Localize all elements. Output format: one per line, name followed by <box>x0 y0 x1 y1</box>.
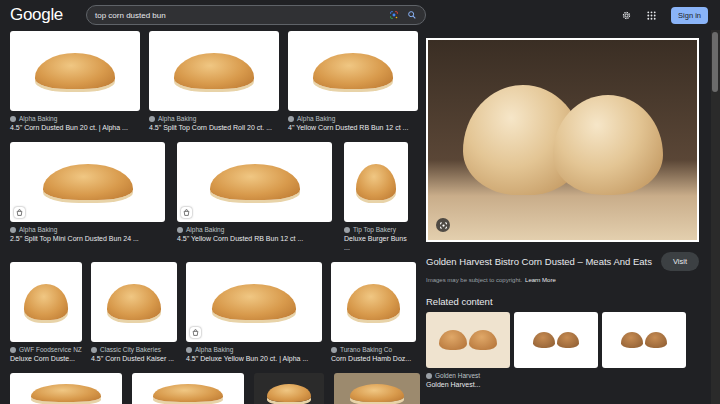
image-result[interactable]: Classic City Bakeries4.5" Corn Dusted Ka… <box>91 262 177 363</box>
google-images-page: Google top corn dusted bun Sign in Alpha Ba… <box>0 0 720 404</box>
result-source[interactable]: Alpha Baking <box>10 114 140 123</box>
related-card[interactable] <box>602 312 686 389</box>
lens-search-icon[interactable] <box>436 218 450 232</box>
result-title[interactable]: 4" Yellow Corn Dusted RB Bun 12 ct ... <box>288 123 418 132</box>
google-logo[interactable]: Google <box>10 5 68 25</box>
result-source[interactable]: Alpha Baking <box>149 114 279 123</box>
result-title[interactable]: 4.5" Corn Dusted Bun 20 ct. | Alpha ... <box>10 123 140 132</box>
result-source[interactable]: Tip Top Bakery <box>344 225 408 234</box>
related-source[interactable]: Golden Harvest <box>426 371 510 380</box>
result-photo[interactable] <box>10 31 140 111</box>
apps-grid-icon[interactable] <box>646 10 657 21</box>
site-favicon-icon <box>288 116 294 122</box>
image-result[interactable]: Alpha Baking4" Yellow Corn Dusted RB Bun… <box>288 31 418 132</box>
result-photo[interactable] <box>10 373 122 404</box>
related-title[interactable]: Golden Harvest... <box>426 380 510 389</box>
related-photo[interactable] <box>514 312 598 368</box>
google-lens-icon[interactable] <box>389 10 399 20</box>
result-source[interactable]: Turano Baking Co <box>331 345 416 354</box>
results-row: Alpha Baking4.5" Corn Dusted Bun 20 ct. … <box>10 31 420 132</box>
image-result[interactable]: Alpha Baking4.5" Split Top Corn Dusted R… <box>149 31 279 132</box>
search-box[interactable]: top corn dusted bun <box>86 5 426 25</box>
sign-in-button[interactable]: Sign in <box>671 7 708 24</box>
product-tag-icon <box>190 327 201 338</box>
result-title[interactable]: 4.5" Yellow Corn Dusted RB Bun 12 ct ... <box>177 234 332 243</box>
image-result[interactable]: Alpha Baking4.5" Corn Dusted Bun 20 ct. … <box>10 31 140 132</box>
preview-panel: Golden Harvest Bistro Corn Dusted – Meat… <box>420 30 711 404</box>
site-favicon-icon <box>344 227 350 233</box>
related-card[interactable] <box>514 312 598 389</box>
result-source[interactable]: Alpha Baking <box>288 114 418 123</box>
preview-photo[interactable] <box>426 38 699 242</box>
result-photo[interactable] <box>10 262 82 342</box>
search-icon[interactable] <box>407 10 417 20</box>
site-favicon-icon <box>149 116 155 122</box>
result-photo[interactable] <box>177 142 332 222</box>
related-content-list: Golden HarvestGolden Harvest... <box>426 312 699 389</box>
image-results-grid: Alpha Baking4.5" Corn Dusted Bun 20 ct. … <box>0 30 420 404</box>
image-result[interactable]: Alpha Baking2.5" Split Top Mini Corn Dus… <box>10 142 165 243</box>
related-heading: Related content <box>426 296 699 308</box>
result-source[interactable]: GWF Foodservice NZ <box>10 345 82 354</box>
result-source[interactable]: Classic City Bakeries <box>91 345 177 354</box>
result-source[interactable]: Alpha Baking <box>186 345 322 354</box>
image-result[interactable]: Alpha Baking4.5" Deluxe Yellow Bun 20 ct… <box>186 262 322 363</box>
site-favicon-icon <box>331 347 337 353</box>
product-tag-icon <box>181 207 192 218</box>
result-photo[interactable] <box>254 373 324 404</box>
image-result[interactable]: Alpha Baking4.5" Yellow Corn Dusted RB B… <box>177 142 332 243</box>
result-photo[interactable] <box>186 262 322 342</box>
result-photo[interactable] <box>334 373 420 404</box>
site-favicon-icon <box>426 373 432 379</box>
related-photo[interactable] <box>602 312 686 368</box>
results-row: Alpha Baking2.5" Split Top Mini Corn Dus… <box>10 142 420 252</box>
result-photo[interactable] <box>149 31 279 111</box>
copyright-note: Images may be subject to copyright.Learn… <box>426 276 699 284</box>
site-favicon-icon <box>10 347 16 353</box>
result-source[interactable]: Alpha Baking <box>10 225 165 234</box>
search-query[interactable]: top corn dusted bun <box>95 11 381 20</box>
site-favicon-icon <box>10 227 16 233</box>
result-title[interactable]: Deluxe Burger Buns ... <box>344 234 408 252</box>
related-photo[interactable] <box>426 312 510 368</box>
visit-button[interactable]: Visit <box>661 252 699 271</box>
result-photo[interactable] <box>10 142 165 222</box>
result-photo[interactable] <box>344 142 408 222</box>
result-title[interactable]: 4.5" Corn Dusted Kaiser ... <box>91 354 177 363</box>
result-title[interactable]: Deluxe Corn Duste... <box>10 354 82 363</box>
image-result[interactable]: Turano Baking CoCorn Dusted Hamb Doz... <box>331 262 416 363</box>
result-photo[interactable] <box>331 262 416 342</box>
image-result[interactable]: Tip Top BakeryDeluxe Burger Buns ... <box>344 142 408 252</box>
result-photo[interactable] <box>91 262 177 342</box>
result-title[interactable]: 4.5" Split Top Corn Dusted Roll 20 ct. .… <box>149 123 279 132</box>
scrollbar-thumb[interactable] <box>712 32 718 92</box>
result-photo[interactable] <box>132 373 244 404</box>
result-title[interactable]: 4.5" Deluxe Yellow Bun 20 ct. | Alpha ..… <box>186 354 322 363</box>
result-source[interactable]: Alpha Baking <box>177 225 332 234</box>
result-title[interactable]: 2.5" Split Top Mini Corn Dusted Bun 24 .… <box>10 234 165 243</box>
related-card[interactable]: Golden HarvestGolden Harvest... <box>426 312 510 389</box>
results-row: GWF Foodservice NZDeluxe Corn Duste...Cl… <box>10 262 420 363</box>
settings-gear-icon[interactable] <box>621 10 632 21</box>
product-tag-icon <box>14 207 25 218</box>
results-row <box>10 373 420 404</box>
top-bar: Google top corn dusted bun Sign in <box>0 0 720 30</box>
learn-more-link[interactable]: Learn More <box>525 276 556 284</box>
result-title[interactable]: Corn Dusted Hamb Doz... <box>331 354 416 363</box>
preview-title[interactable]: Golden Harvest Bistro Corn Dusted – Meat… <box>426 256 653 268</box>
site-favicon-icon <box>91 347 97 353</box>
site-favicon-icon <box>177 227 183 233</box>
result-photo[interactable] <box>288 31 418 111</box>
image-result[interactable]: GWF Foodservice NZDeluxe Corn Duste... <box>10 262 82 363</box>
scrollbar[interactable] <box>711 30 720 404</box>
site-favicon-icon <box>10 116 16 122</box>
site-favicon-icon <box>186 347 192 353</box>
